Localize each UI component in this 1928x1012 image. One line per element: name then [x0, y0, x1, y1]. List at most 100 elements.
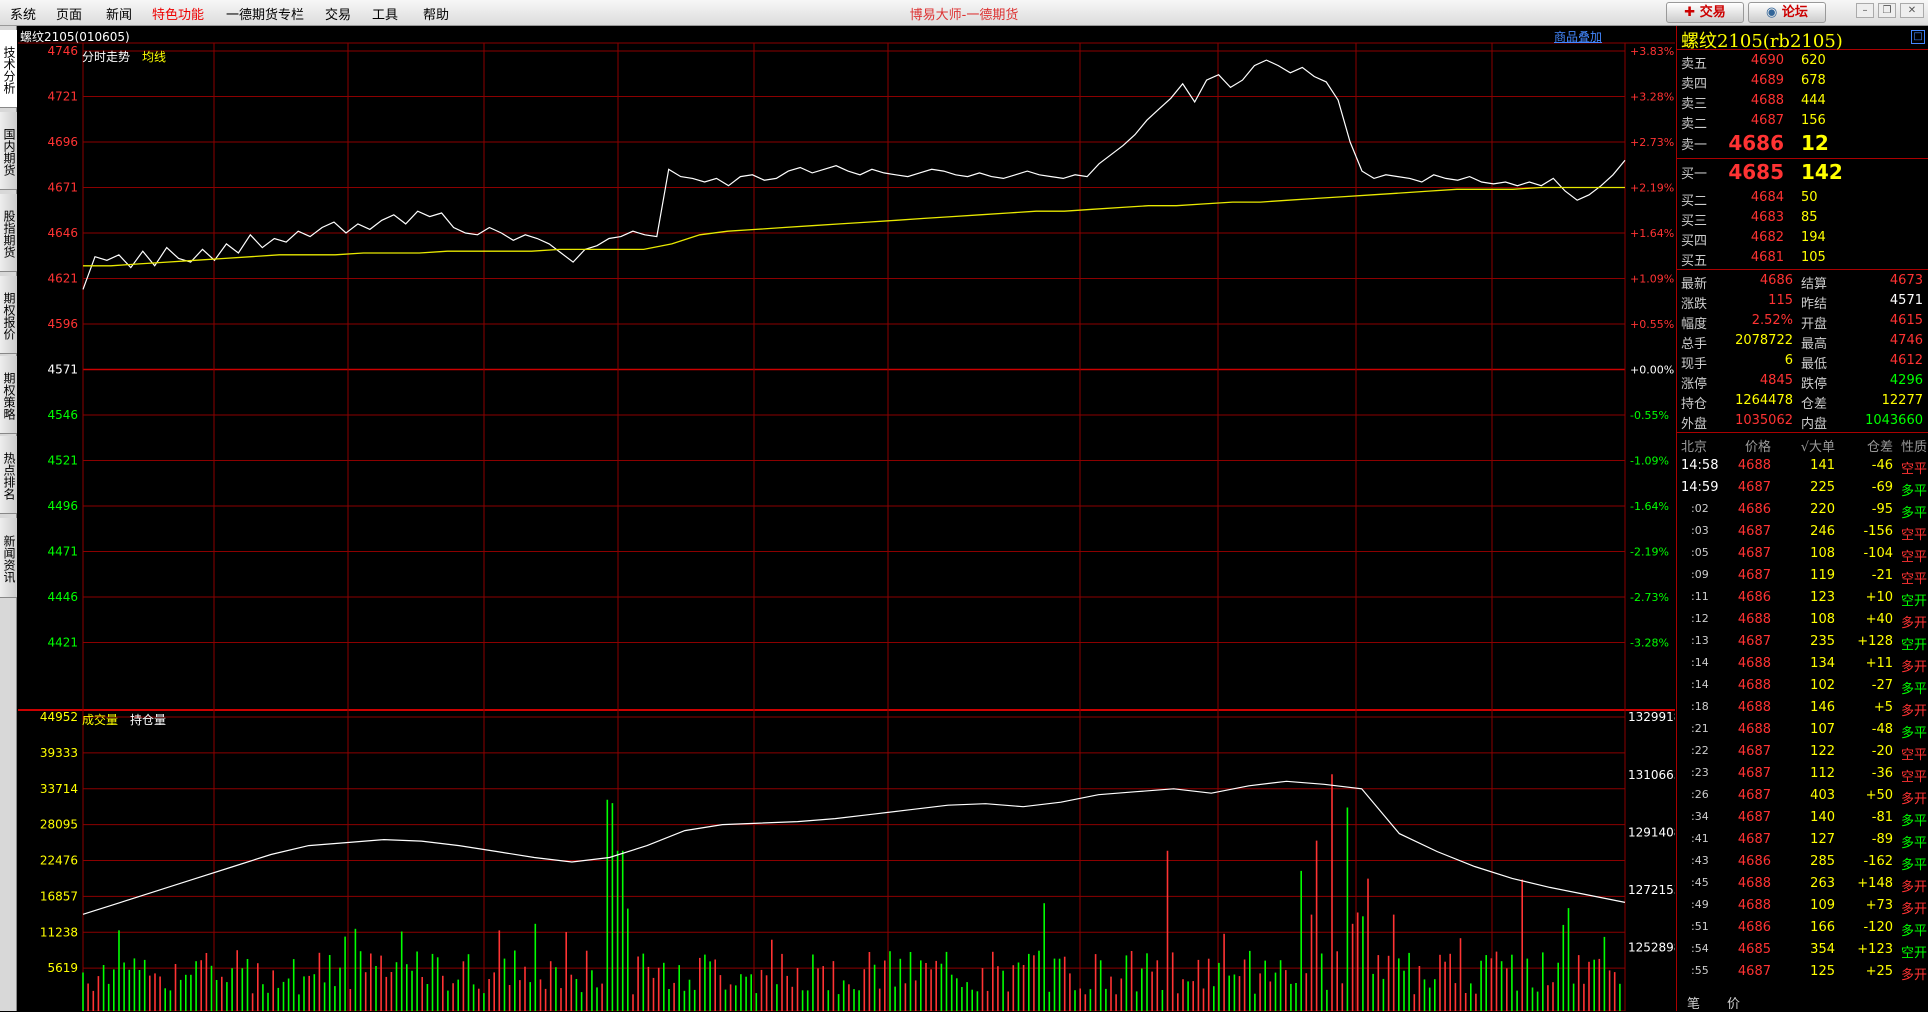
pct-tick-label: -0.55%: [1630, 409, 1669, 422]
tick-oi-change: +73: [1865, 898, 1893, 913]
tick-row: :12 4688 108 +40 多开: [1677, 609, 1928, 631]
intraday-chart[interactable]: 4746 +3.83% 4721 +3.28% 4696 +2.73% 4671 +2.19%…: [18, 26, 1675, 1011]
bid-label: 买五: [1681, 254, 1708, 269]
tick-volume: 108: [1810, 612, 1835, 627]
left-tab-3[interactable]: 期权报价: [0, 276, 17, 354]
bottom-tab-0[interactable]: 笔: [1687, 993, 1700, 1012]
tick-nature: 多开: [1900, 880, 1927, 895]
tick-price: 4688: [1737, 612, 1771, 627]
tick-volume: 146: [1810, 700, 1835, 715]
tick-row: :11 4686 123 +10 空开: [1677, 587, 1928, 609]
oi-tick-label: 1291408: [1628, 825, 1675, 839]
tick-time: :14: [1691, 656, 1709, 669]
left-tab-2[interactable]: 股指期货: [0, 194, 17, 272]
left-tab-6[interactable]: 新闻资讯: [0, 518, 17, 598]
tick-time: :21: [1691, 722, 1709, 735]
tick-nature: 空平: [1900, 528, 1927, 543]
price-title: 分时走势: [82, 50, 131, 64]
tick-volume: 123: [1810, 590, 1835, 605]
tick-volume: 263: [1810, 876, 1835, 891]
price-tick-label: 4521: [47, 454, 78, 468]
bid-label: 买四: [1681, 234, 1708, 249]
price-tick-label: 4496: [47, 499, 78, 513]
menu-item-5[interactable]: 交易: [325, 4, 351, 23]
tick-nature: 空开: [1900, 594, 1927, 609]
overlay-button[interactable]: 商品叠加: [1554, 28, 1602, 45]
bid-price: 4684: [1750, 190, 1784, 205]
tick-oi-change: -81: [1871, 810, 1893, 825]
tick-row: :03 4687 246 -156 空平: [1677, 521, 1928, 543]
menu-item-2[interactable]: 新闻: [106, 4, 132, 23]
stat-label: 最新: [1681, 277, 1708, 292]
quote-panel-header: 螺纹2105(rb2105) □: [1677, 26, 1928, 52]
tick-volume: 119: [1810, 568, 1835, 583]
trade-label: 交易: [1699, 5, 1726, 20]
bottom-tab-1[interactable]: 价: [1727, 993, 1740, 1012]
pct-tick-label: -2.19%: [1630, 546, 1669, 559]
pct-tick-label: +3.28%: [1630, 91, 1674, 104]
avg-line: [83, 186, 1625, 267]
stat-label: 结算: [1801, 277, 1828, 292]
tick-oi-change: -89: [1871, 832, 1893, 847]
tick-nature: 多平: [1900, 858, 1927, 873]
stat-label: 现手: [1681, 357, 1708, 372]
menu-item-4[interactable]: 一德期货专栏: [226, 4, 304, 23]
stat-row: 幅度 2.52% 开盘 4615: [1677, 311, 1928, 332]
menu-item-7[interactable]: 帮助: [423, 4, 449, 23]
stat-row: 外盘 1035062 内盘 1043660: [1677, 411, 1928, 432]
left-tab-5[interactable]: 热点排名: [0, 436, 17, 514]
price-tick-label: 4571: [47, 363, 78, 377]
tick-time: :23: [1691, 766, 1709, 779]
ask-row: 卖一 4686 12: [1677, 131, 1928, 158]
pct-tick-label: -1.64%: [1630, 500, 1669, 513]
close-icon[interactable]: ✕: [1900, 3, 1924, 18]
volume-tick-label: 44952: [40, 710, 78, 724]
menu-item-1[interactable]: 页面: [56, 4, 82, 23]
tick-price: 4688: [1737, 876, 1771, 891]
oi-tick-label: 1310663: [1628, 768, 1675, 782]
tick-price: 4687: [1737, 810, 1771, 825]
tick-nature: 多平: [1900, 506, 1927, 521]
restore-icon[interactable]: ❐: [1878, 3, 1896, 18]
tick-oi-change: -156: [1863, 524, 1893, 539]
tick-price: 4687: [1737, 546, 1771, 561]
stat-value: 4673: [1889, 273, 1923, 288]
tick-price: 4687: [1737, 568, 1771, 583]
tick-time: :34: [1691, 810, 1709, 823]
stat-value: 12277: [1881, 393, 1923, 408]
tick-time: 14:59: [1681, 480, 1719, 495]
stat-label: 幅度: [1681, 317, 1708, 332]
price-tick-label: 4671: [47, 181, 78, 195]
stat-label: 最低: [1801, 357, 1828, 372]
menu-item-3[interactable]: 特色功能: [152, 4, 204, 23]
menu-item-0[interactable]: 系统: [10, 4, 36, 23]
tick-oi-change: +128: [1857, 634, 1893, 649]
ask-row: 卖二 4687 156: [1677, 111, 1928, 132]
tick-volume: 109: [1810, 898, 1835, 913]
tick-time: :54: [1691, 942, 1709, 955]
stat-label: 最高: [1801, 337, 1828, 352]
tick-row: :49 4688 109 +73 多开: [1677, 895, 1928, 917]
left-tab-0[interactable]: 技术分析: [0, 30, 17, 108]
tick-price: 4688: [1737, 458, 1771, 473]
menu-item-6[interactable]: 工具: [372, 4, 398, 23]
tick-volume: 285: [1810, 854, 1835, 869]
tick-row: :34 4687 140 -81 多平: [1677, 807, 1928, 829]
tick-header-loc: 北京: [1681, 440, 1708, 455]
tick-nature: 多平: [1900, 924, 1927, 939]
tick-price: 4686: [1737, 590, 1771, 605]
bid-price: 4682: [1750, 230, 1784, 245]
forum-button[interactable]: ◉ 论坛: [1748, 2, 1826, 23]
trade-button[interactable]: ✚ 交易: [1666, 2, 1744, 23]
tick-price: 4687: [1737, 766, 1771, 781]
left-tab-1[interactable]: 国内期货: [0, 112, 17, 190]
expand-icon[interactable]: □: [1911, 30, 1925, 44]
left-tab-4[interactable]: 期权策略: [0, 356, 17, 434]
menu-bar: 系统 页面 新闻 特色功能 一德期货专栏 交易 工具 帮助 博易大师-一德期货 ✚ 交易 ◉ …: [0, 0, 1928, 26]
tick-nature: 多平: [1900, 726, 1927, 741]
minimize-icon[interactable]: –: [1856, 3, 1874, 18]
stat-row: 最新 4686 结算 4673: [1677, 271, 1928, 292]
tick-header-nat: 性质: [1900, 440, 1927, 455]
stat-value: 6: [1784, 353, 1793, 368]
tick-oi-change: -95: [1871, 502, 1893, 517]
